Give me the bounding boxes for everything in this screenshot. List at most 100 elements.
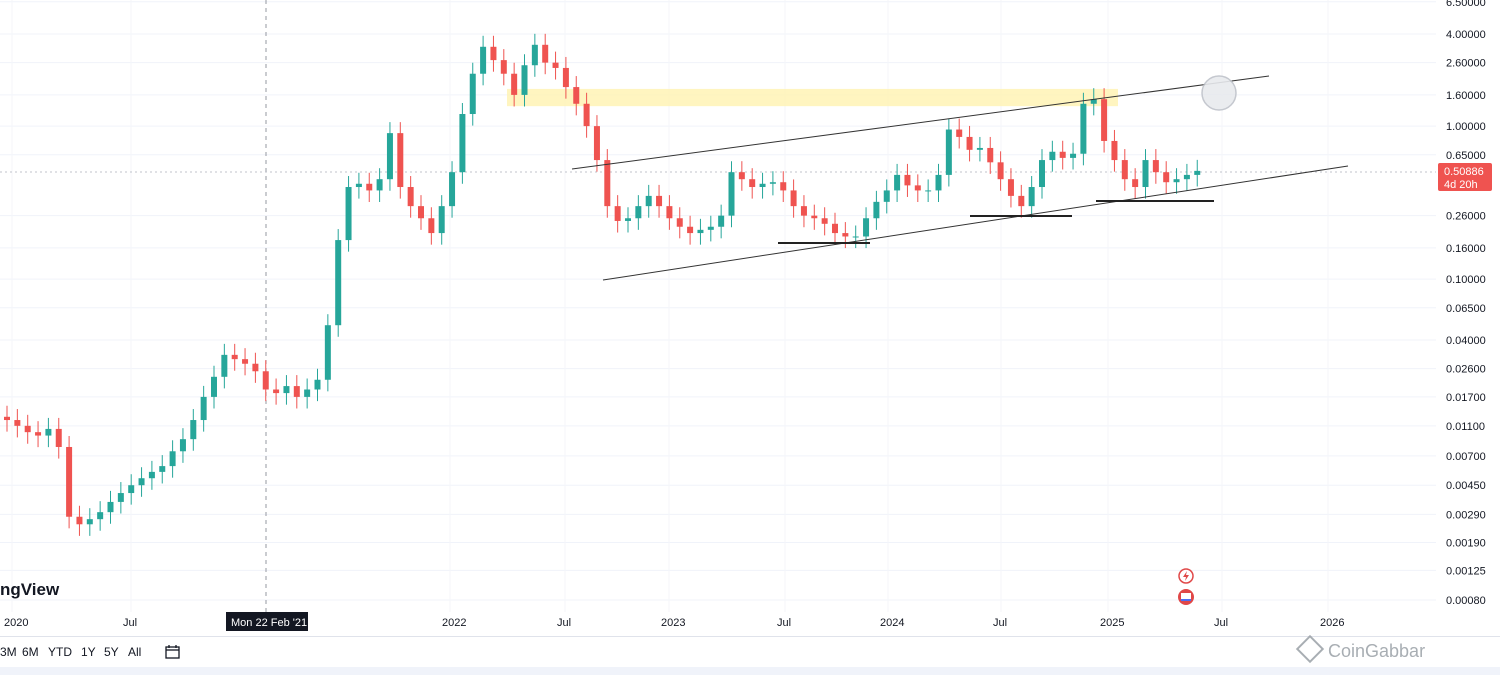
candle-up <box>97 512 104 520</box>
candle-down <box>997 162 1004 180</box>
footer-strip <box>0 667 1500 675</box>
candle-up <box>1173 179 1180 183</box>
price-axis[interactable]: 6.50000 4.00000 2.60000 1.60000 1.00000 0.650… <box>1446 0 1486 607</box>
trendlines[interactable] <box>571 75 1349 281</box>
candle-down <box>407 187 414 207</box>
candle-up <box>976 147 983 150</box>
target-circle[interactable] <box>1201 75 1237 111</box>
candle-down <box>76 516 83 525</box>
price-tick-label: 1.60000 <box>1446 90 1486 102</box>
crosshair-time-label: Mon 22 Feb '21 <box>231 617 307 629</box>
candle-down <box>24 425 31 433</box>
candle-up <box>1183 174 1190 180</box>
candle-down <box>552 62 559 68</box>
candle-up <box>852 236 859 238</box>
candle-up <box>469 73 476 115</box>
candle-down <box>614 206 621 221</box>
price-tick-label: 1.00000 <box>1446 121 1486 133</box>
candle-down <box>1007 179 1014 196</box>
candle-up <box>159 466 166 472</box>
candle-up <box>873 201 880 219</box>
price-tick-label: 0.02600 <box>1446 364 1486 376</box>
candle-down <box>656 195 663 207</box>
candle-down <box>293 386 300 397</box>
price-chart[interactable]: 6.50000 4.00000 2.60000 1.60000 1.00000 0.650… <box>0 0 1500 636</box>
candle-up <box>635 206 642 219</box>
candle-up <box>200 396 207 421</box>
candle-up <box>894 174 901 191</box>
candle-down <box>1101 99 1108 141</box>
candle-up <box>355 183 362 188</box>
candle-up <box>117 493 124 502</box>
candle-up <box>625 218 631 221</box>
candle-down <box>593 126 600 161</box>
price-tick-label: 0.06500 <box>1446 303 1486 315</box>
time-tick-label: Jul <box>777 617 791 629</box>
candle-down <box>780 182 787 191</box>
candle-up <box>211 376 217 397</box>
candle-up <box>148 471 155 479</box>
candle-up <box>138 478 145 486</box>
candle-up <box>707 226 714 230</box>
flag-icon[interactable] <box>1178 589 1194 605</box>
candle-down <box>790 190 797 207</box>
candle-down <box>800 206 807 216</box>
candle-down <box>366 183 373 191</box>
candle-down <box>914 185 921 191</box>
candle-up <box>107 501 114 513</box>
candle-up <box>1080 103 1087 154</box>
candle-up <box>1142 160 1149 188</box>
candle-down <box>842 233 849 237</box>
candle-down <box>562 67 569 88</box>
time-axis[interactable]: 2020 Jul 2022 Jul 2023 Jul 2024 Jul 2025 Jul 2026 <box>4 617 1344 629</box>
lightning-icon[interactable] <box>1178 568 1194 584</box>
candle-down <box>1059 151 1066 158</box>
candle-up <box>449 172 456 207</box>
candle-up <box>324 325 331 380</box>
candle-up <box>459 114 466 173</box>
yellow-resistance-zone <box>507 88 1118 107</box>
candle-down <box>542 44 549 63</box>
candle-down <box>1132 179 1139 188</box>
candle-up <box>1028 187 1035 207</box>
candle-down <box>811 215 818 219</box>
price-tick-label: 6.50000 <box>1446 0 1486 9</box>
candle-down <box>738 172 745 180</box>
price-tick-label: 0.00190 <box>1446 538 1486 550</box>
candle-up <box>304 389 311 397</box>
candle-down <box>511 73 518 95</box>
candle-up <box>728 172 735 216</box>
price-tick-label: 0.00700 <box>1446 451 1486 463</box>
candle-down <box>832 223 838 234</box>
tradingview-watermark: ngView <box>0 580 60 599</box>
price-tick-label: 0.00290 <box>1446 509 1486 521</box>
candle-down <box>821 218 828 224</box>
candle-down <box>573 87 580 104</box>
brand-text: CoinGabbar <box>1328 641 1426 661</box>
candle-up <box>314 379 321 390</box>
candle-down <box>1018 195 1025 207</box>
candle-down <box>428 218 435 234</box>
candle-up <box>1049 151 1056 161</box>
candle-up <box>480 46 487 74</box>
lower-channel-trendline[interactable] <box>602 165 1349 281</box>
candle-up <box>945 129 952 175</box>
calendar-icon[interactable] <box>164 643 182 661</box>
range-1y-button[interactable]: 1Y <box>81 645 96 659</box>
range-3m-button[interactable]: 3M <box>0 645 17 659</box>
range-ytd-button[interactable]: YTD <box>48 645 72 659</box>
candle-up <box>521 65 528 95</box>
candle-up <box>179 439 186 452</box>
range-6m-button[interactable]: 6M <box>22 645 39 659</box>
candle-up <box>45 428 52 436</box>
time-tick-label: 2022 <box>442 617 466 629</box>
range-5y-button[interactable]: 5Y <box>104 645 119 659</box>
price-tick-label: 0.01100 <box>1446 421 1485 433</box>
candle-up <box>925 190 932 192</box>
candle-down <box>1163 172 1170 183</box>
range-all-button[interactable]: All <box>128 645 141 659</box>
time-tick-label: 2023 <box>661 617 685 629</box>
candle-down <box>1121 160 1128 180</box>
candle-up <box>190 420 197 440</box>
candle-down <box>676 218 683 227</box>
